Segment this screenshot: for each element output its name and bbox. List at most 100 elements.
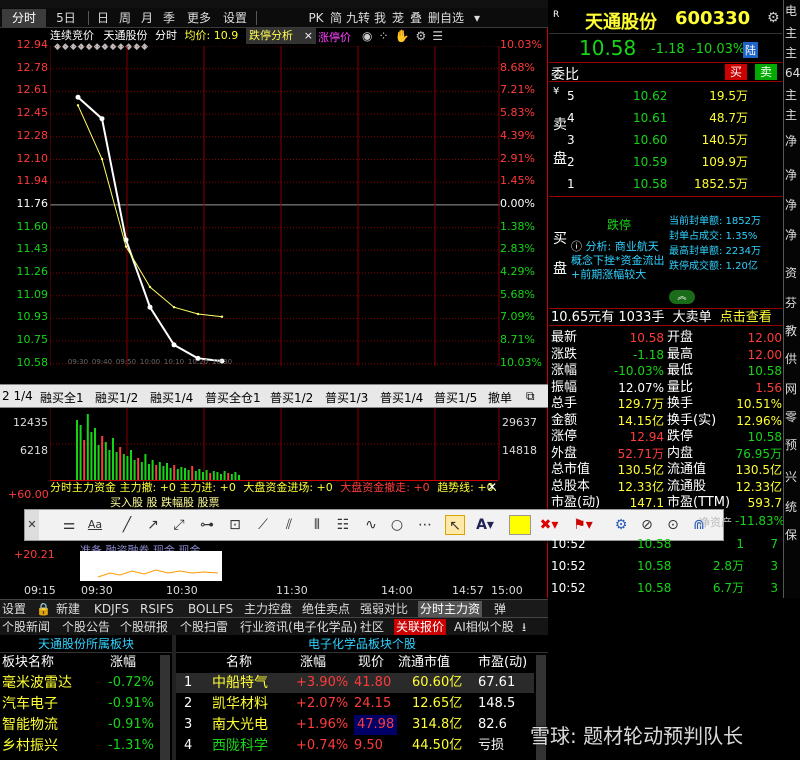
indicator-tab[interactable]: 强弱对比: [360, 601, 408, 617]
trade-margin-buy-quarter[interactable]: 融买1/4: [150, 389, 193, 406]
edge-label[interactable]: 保: [785, 526, 797, 543]
info-tab[interactable]: 行业资讯(电子化学品): [240, 619, 357, 635]
list-icon[interactable]: ☷: [333, 515, 353, 535]
trade-buy-quarter[interactable]: 普买1/4: [380, 389, 423, 406]
stock-name[interactable]: 西陇科学: [212, 736, 268, 756]
sell-button[interactable]: 卖: [755, 64, 777, 80]
popout-icon[interactable]: ⧉: [526, 389, 535, 404]
close-icon[interactable]: ✕: [487, 480, 497, 494]
indicator-tab[interactable]: BOLLFS: [188, 601, 233, 617]
edge-label[interactable]: 零: [785, 408, 797, 425]
indicator-tab[interactable]: 弹: [494, 601, 506, 617]
info-tab[interactable]: 社区: [360, 619, 384, 635]
edge-label[interactable]: 净: [785, 196, 797, 213]
arrow-icon[interactable]: ⤢: [169, 515, 189, 535]
edge-label[interactable]: 净: [785, 132, 797, 149]
indicator-tab[interactable]: 分时主力资: [418, 601, 483, 617]
info-tab[interactable]: 个股新闻: [2, 619, 50, 635]
wave-icon[interactable]: ∿: [361, 515, 381, 535]
edge-label[interactable]: 主: [785, 24, 797, 41]
indicator-tab[interactable]: 主力控盘: [244, 601, 292, 617]
stock-name[interactable]: 凯华材料: [212, 694, 268, 714]
info-tab[interactable]: 个股公告: [62, 619, 110, 635]
simple-button[interactable]: 简: [328, 9, 344, 27]
ray-icon[interactable]: ↗: [143, 515, 163, 535]
close-icon[interactable]: ×: [304, 28, 313, 44]
trade-margin-buy-all[interactable]: 融买全1: [40, 389, 84, 406]
sector-name[interactable]: 汽车电子: [2, 694, 58, 714]
tab-season[interactable]: 季: [158, 9, 180, 27]
close-icon[interactable]: ✕: [25, 510, 39, 540]
tab-more[interactable]: 更多: [182, 9, 216, 27]
fan-icon[interactable]: ⟋: [253, 515, 273, 535]
edge-label[interactable]: 教: [785, 322, 797, 339]
edge-label[interactable]: 预: [785, 436, 797, 453]
rect-icon[interactable]: ⊡: [225, 515, 245, 535]
edge-label[interactable]: 电: [785, 2, 797, 19]
expand-icon[interactable]: ︽: [669, 290, 695, 304]
trade-1-4[interactable]: 2 1/4: [2, 389, 33, 403]
parallel-icon[interactable]: ⫽: [279, 515, 299, 535]
color-swatch[interactable]: [509, 515, 531, 535]
edge-label[interactable]: 主: [785, 86, 797, 103]
info-tab[interactable]: 关联报价: [394, 619, 447, 635]
big-order-link[interactable]: 点击查看: [720, 310, 772, 325]
info-tab[interactable]: 个股研报: [120, 619, 168, 635]
line-icon[interactable]: ╱: [117, 515, 137, 535]
lock-icon[interactable]: 🔒: [36, 601, 51, 617]
edge-label[interactable]: 网: [785, 380, 797, 397]
edge-label[interactable]: 净: [785, 226, 797, 243]
indicator-tab[interactable]: KDJFS: [94, 601, 129, 617]
sector-name[interactable]: 毫米波雷达: [2, 673, 72, 693]
pointer-icon[interactable]: ↖: [445, 515, 465, 535]
trade-buy-half[interactable]: 普买1/2: [270, 389, 313, 406]
gear-icon[interactable]: ⚙: [767, 10, 780, 26]
limit-analysis-tag[interactable]: 跌停分析 ×: [246, 28, 316, 44]
pk-button[interactable]: PK: [306, 9, 326, 27]
edge-label[interactable]: 净: [785, 166, 797, 183]
dots-icon[interactable]: ⁘: [378, 29, 394, 43]
info-tab[interactable]: 个股扫雷: [180, 619, 228, 635]
cancel-order-button[interactable]: 撤单: [488, 389, 512, 406]
tab-5day[interactable]: 5日: [50, 9, 82, 27]
stock-name[interactable]: 南大光电: [212, 715, 268, 735]
indicator-tab[interactable]: 绝佳卖点: [302, 601, 350, 617]
gear-icon[interactable]: ⚙: [416, 29, 433, 43]
tab-day[interactable]: 日: [92, 9, 114, 27]
remove-watchlist-button[interactable]: 删自选: [426, 9, 466, 27]
mine-button[interactable]: 我: [372, 9, 388, 27]
edge-label[interactable]: 主: [785, 106, 797, 123]
sector-name[interactable]: 乡村振兴: [2, 736, 58, 756]
indicator-tab[interactable]: 新建: [56, 601, 80, 617]
overlay-button[interactable]: 叠: [408, 9, 424, 27]
segment-icon[interactable]: ⊶: [197, 515, 217, 535]
settings-slider-icon[interactable]: ⚌: [59, 515, 79, 535]
jiuzhuan-button[interactable]: 九转: [346, 9, 370, 27]
chevron-down-icon[interactable]: ▾: [470, 9, 484, 27]
tab-fenshi[interactable]: 分时: [2, 9, 46, 27]
edge-label[interactable]: 供: [785, 350, 797, 367]
more-icon[interactable]: ⋯: [415, 515, 435, 535]
vertical-lines-icon[interactable]: ⦀: [307, 515, 327, 535]
settings-icon[interactable]: ☰: [432, 29, 449, 43]
indicator-tab[interactable]: RSIFS: [140, 601, 174, 617]
trade-buy-all[interactable]: 普买全仓1: [205, 389, 261, 406]
edge-label[interactable]: 主: [785, 44, 797, 61]
eye-icon[interactable]: ◉: [362, 29, 378, 43]
tab-settings[interactable]: 设置: [218, 9, 252, 27]
edge-label[interactable]: 64: [785, 66, 800, 80]
circle-icon[interactable]: ○: [387, 515, 407, 535]
tab-week[interactable]: 周: [114, 9, 136, 27]
sector-name[interactable]: 智能物流: [2, 715, 58, 735]
edge-label[interactable]: 统: [785, 498, 797, 515]
trade-margin-buy-half[interactable]: 融买1/2: [95, 389, 138, 406]
indicator-tab[interactable]: 设置: [2, 601, 26, 617]
download-icon[interactable]: ⭳: [522, 619, 526, 635]
edge-label[interactable]: 芬: [785, 294, 797, 311]
font-icon[interactable]: A▾: [475, 515, 495, 535]
text-icon[interactable]: Aa: [85, 515, 105, 535]
info-tab[interactable]: AI相似个股: [454, 619, 514, 635]
edge-label[interactable]: 资: [785, 264, 797, 281]
buy-button[interactable]: 买: [725, 64, 747, 80]
stock-name[interactable]: 中船特气: [212, 673, 268, 693]
